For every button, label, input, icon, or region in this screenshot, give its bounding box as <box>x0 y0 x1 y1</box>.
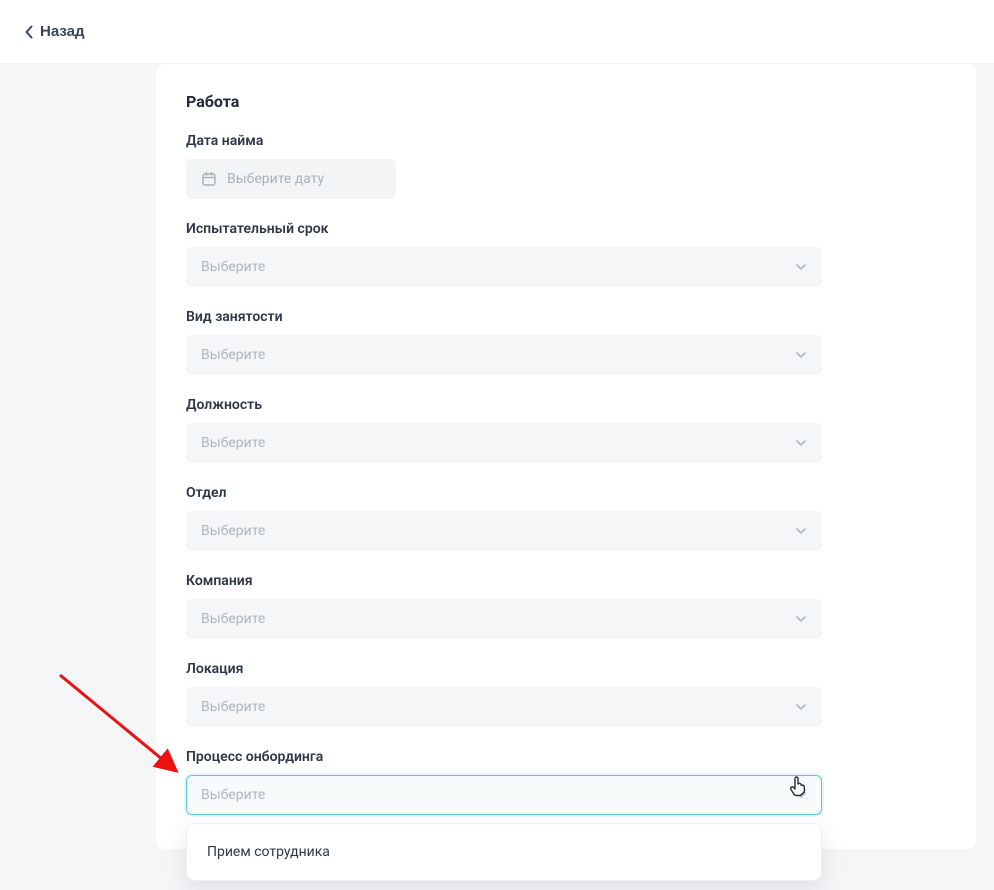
chevron-down-icon <box>795 525 807 537</box>
topbar: Назад <box>0 0 994 64</box>
section-title: Работа <box>186 92 946 111</box>
select-placeholder: Выберите <box>201 435 265 451</box>
select-placeholder: Выберите <box>201 347 265 363</box>
hire-date-placeholder: Выберите дату <box>227 171 324 187</box>
field-label: Процесс онбординга <box>186 749 946 765</box>
onboarding-option[interactable]: Прием сотрудника <box>187 832 821 872</box>
select-placeholder: Выберите <box>201 699 265 715</box>
select-placeholder: Выберите <box>201 259 265 275</box>
field-department: Отдел Выберите <box>186 485 946 551</box>
onboarding-dropdown-menu: Прием сотрудника <box>186 823 822 881</box>
field-location: Локация Выберите <box>186 661 946 727</box>
hire-date-input[interactable]: Выберите дату <box>186 159 396 199</box>
back-label: Назад <box>40 23 84 40</box>
field-label: Вид занятости <box>186 309 946 325</box>
chevron-down-icon <box>795 349 807 361</box>
onboarding-dropdown: Выберите Прием сотрудника <box>186 775 822 815</box>
probation-select[interactable]: Выберите <box>186 247 822 287</box>
select-placeholder: Выберите <box>201 611 265 627</box>
left-gutter <box>0 64 156 890</box>
page: Работа Дата найма Выберите дату <box>0 64 994 890</box>
calendar-icon <box>201 171 217 187</box>
department-select[interactable]: Выберите <box>186 511 822 551</box>
select-placeholder: Выберите <box>201 523 265 539</box>
employment-type-select[interactable]: Выберите <box>186 335 822 375</box>
field-employment-type: Вид занятости Выберите <box>186 309 946 375</box>
chevron-down-icon <box>795 437 807 449</box>
onboarding-select[interactable]: Выберите <box>186 775 822 815</box>
form-card: Работа Дата найма Выберите дату <box>156 64 976 849</box>
chevron-down-icon <box>795 261 807 273</box>
field-position: Должность Выберите <box>186 397 946 463</box>
select-placeholder: Выберите <box>201 787 265 803</box>
field-label: Испытательный срок <box>186 221 946 237</box>
field-label: Дата найма <box>186 133 946 149</box>
position-select[interactable]: Выберите <box>186 423 822 463</box>
field-probation: Испытательный срок Выберите <box>186 221 946 287</box>
field-hire-date: Дата найма Выберите дату <box>186 133 946 199</box>
field-label: Отдел <box>186 485 946 501</box>
field-onboarding: Процесс онбординга Выберите Прием сотруд… <box>186 749 946 815</box>
company-select[interactable]: Выберите <box>186 599 822 639</box>
chevron-down-icon <box>795 789 807 801</box>
field-label: Должность <box>186 397 946 413</box>
content: Работа Дата найма Выберите дату <box>156 64 994 890</box>
location-select[interactable]: Выберите <box>186 687 822 727</box>
field-label: Компания <box>186 573 946 589</box>
chevron-left-icon <box>24 25 34 39</box>
field-label: Локация <box>186 661 946 677</box>
back-button[interactable]: Назад <box>24 23 84 40</box>
chevron-down-icon <box>795 701 807 713</box>
chevron-down-icon <box>795 613 807 625</box>
field-company: Компания Выберите <box>186 573 946 639</box>
